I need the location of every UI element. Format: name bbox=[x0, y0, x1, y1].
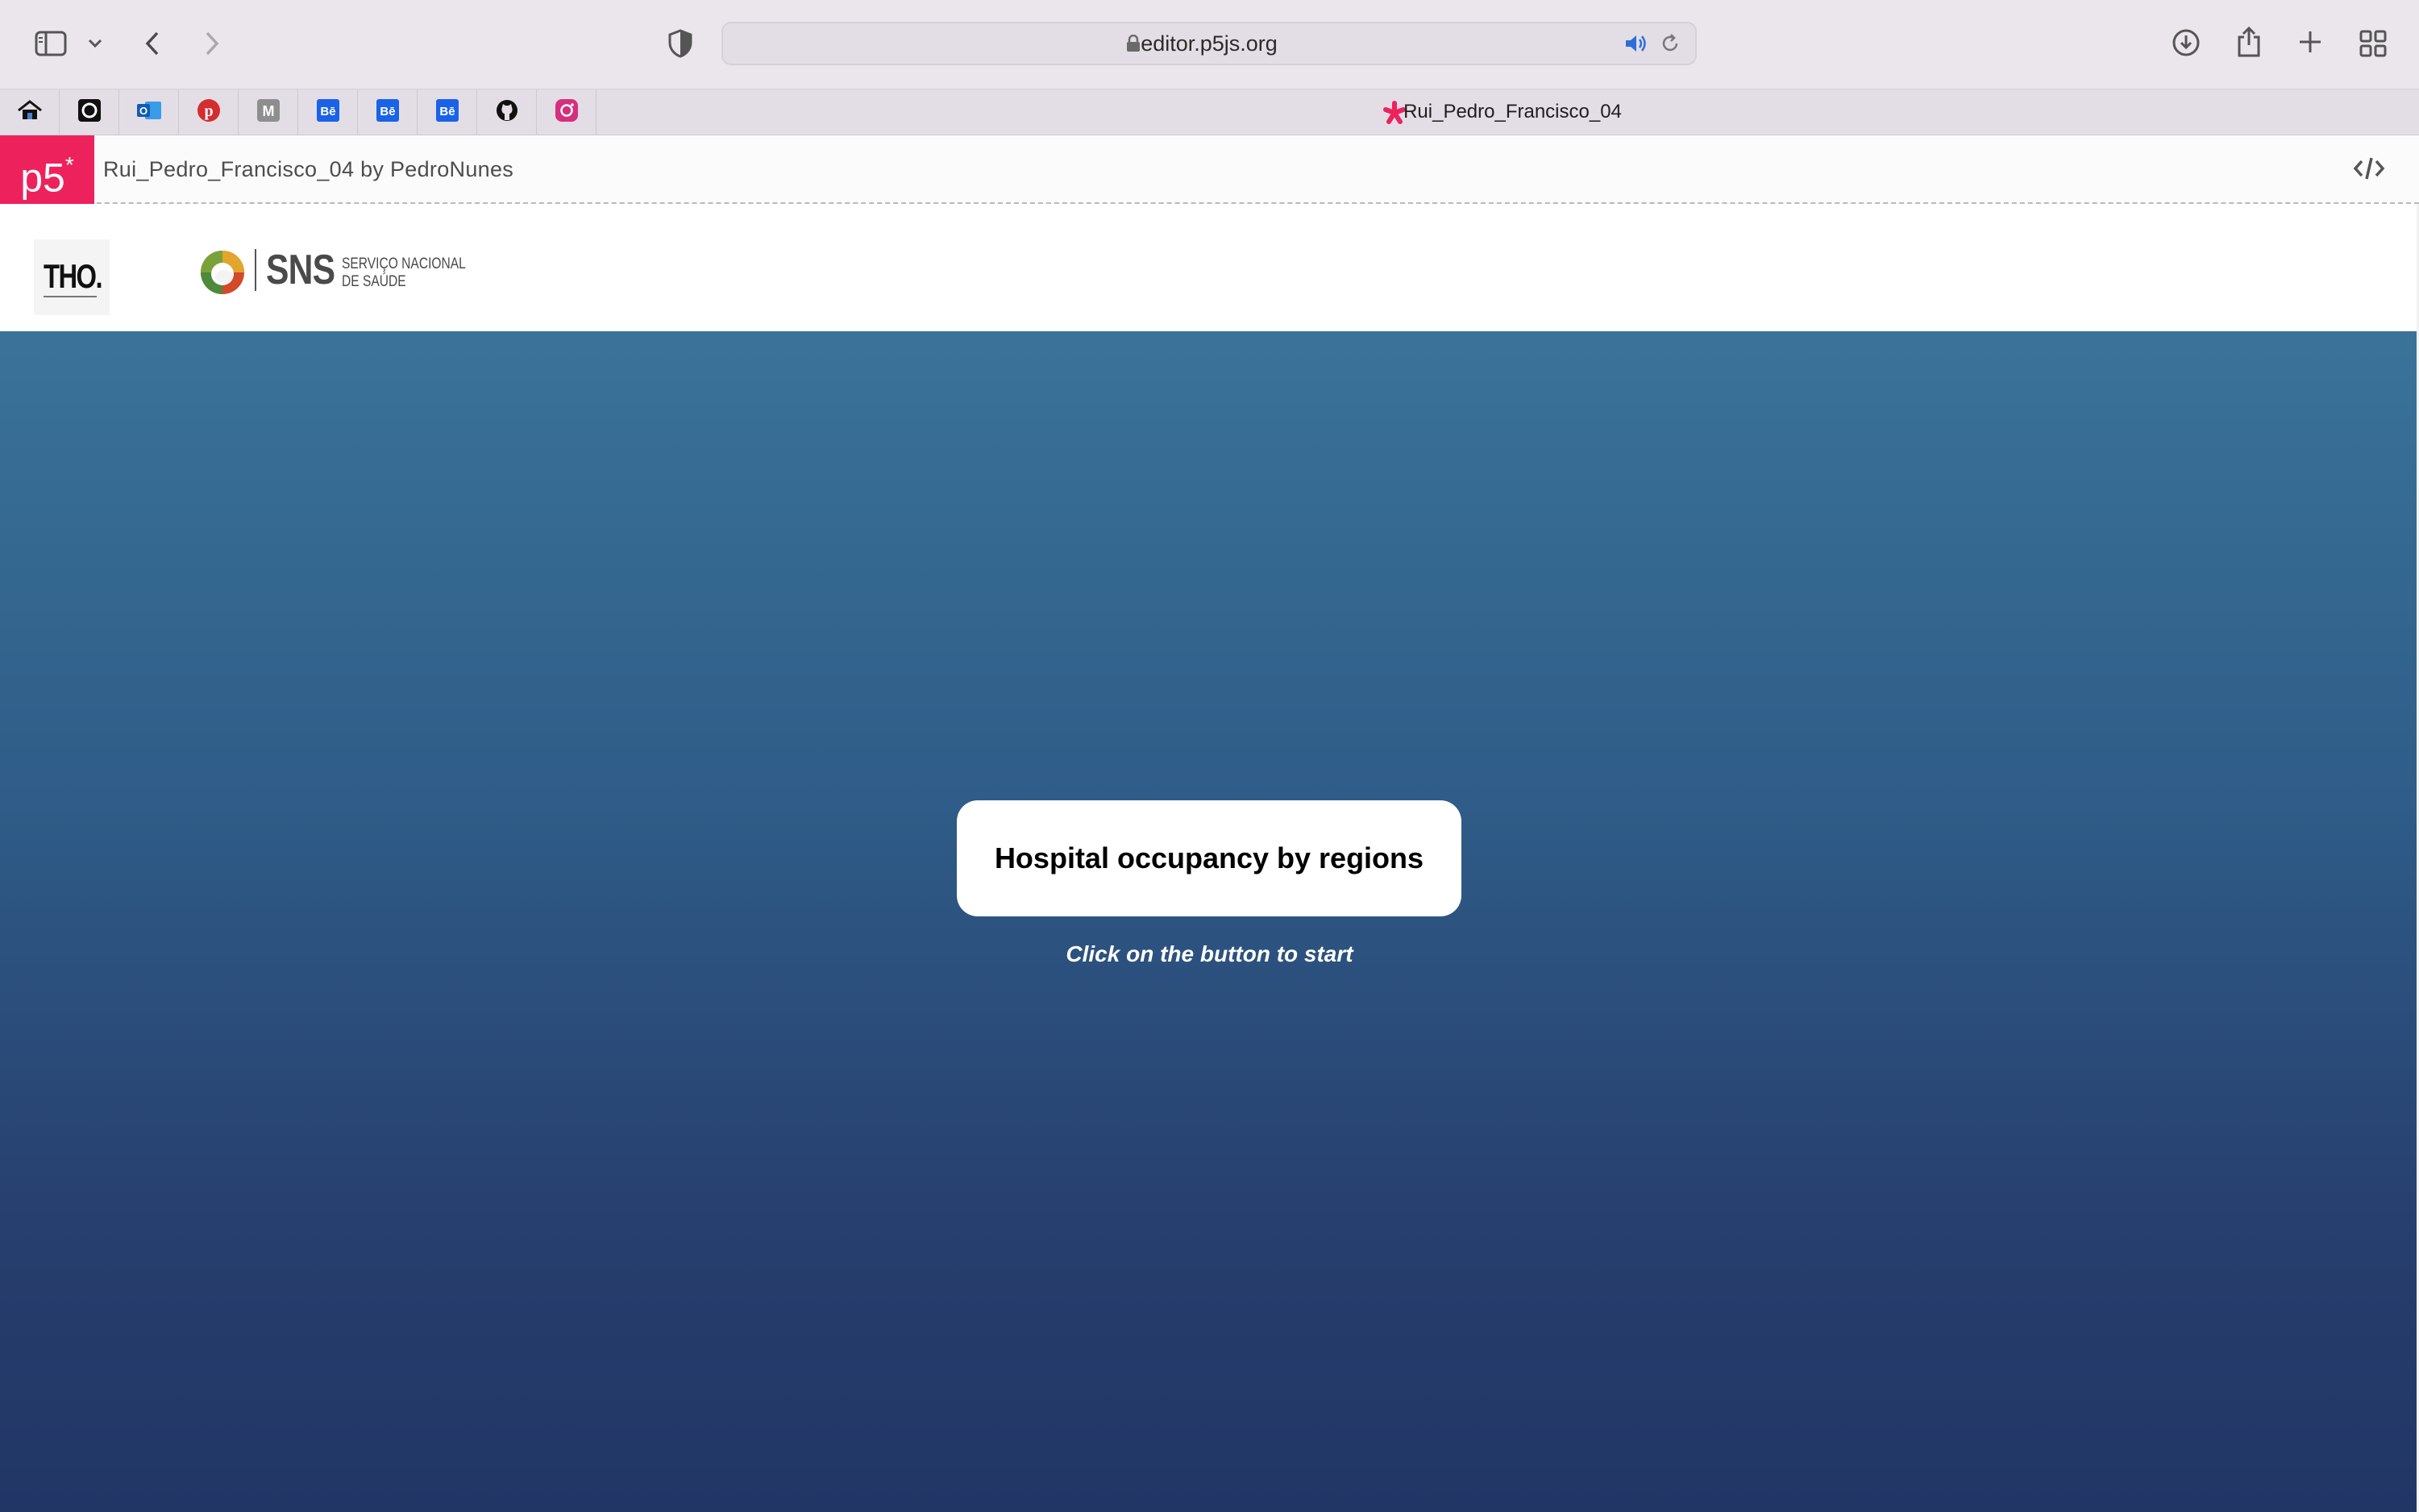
url-text[interactable]: editor.p5js.org bbox=[723, 23, 1695, 64]
tab-strip: O p M Bē Bē Bē Rui_Pedro_Francisco_04 bbox=[0, 89, 2419, 135]
sns-emblem-icon bbox=[199, 249, 246, 300]
active-tab[interactable]: Rui_Pedro_Francisco_04 bbox=[606, 89, 2419, 135]
outlook-icon: O bbox=[135, 98, 163, 127]
svg-text:Bē: Bē bbox=[320, 105, 335, 118]
pinned-tab-outlook[interactable]: O bbox=[119, 89, 179, 135]
pinned-tab-medium[interactable]: M bbox=[239, 89, 298, 135]
start-hint: Click on the button to start bbox=[1066, 941, 1353, 966]
pinned-tab-behance-3[interactable]: Bē bbox=[418, 89, 477, 135]
sidebar-icon[interactable] bbox=[32, 27, 69, 60]
behance-icon: Bē bbox=[435, 98, 459, 127]
medium-icon: M bbox=[256, 98, 281, 127]
sketch-logo-bar: THO. SNS SERVIÇO NACIONAL DE SAÚDE bbox=[0, 204, 2419, 331]
svg-text:Bē: Bē bbox=[380, 105, 395, 118]
pinned-tab-behance-2[interactable]: Bē bbox=[358, 89, 418, 135]
sns-divider bbox=[255, 249, 256, 291]
home-icon bbox=[17, 99, 43, 126]
pinned-tab-circle-app[interactable] bbox=[60, 89, 119, 135]
sns-subtitle-line1: SERVIÇO NACIONAL bbox=[342, 255, 466, 272]
sketch-canvas-background bbox=[0, 331, 2419, 1512]
sns-logo-text: SNS bbox=[266, 247, 335, 293]
browser-toolbar: editor.p5js.org bbox=[0, 0, 2419, 89]
pinned-tab-behance-1[interactable]: Bē bbox=[298, 89, 358, 135]
pinterest-icon: p bbox=[197, 98, 221, 127]
sketch-title: Rui_Pedro_Francisco_04 by PedroNunes bbox=[103, 157, 514, 181]
share-icon[interactable] bbox=[2233, 24, 2265, 60]
svg-text:M: M bbox=[262, 103, 274, 119]
pinned-tab-home[interactable] bbox=[0, 89, 60, 135]
github-icon bbox=[495, 98, 519, 127]
sns-logo-subtitle: SERVIÇO NACIONAL DE SAÚDE bbox=[342, 255, 466, 291]
svg-text:p: p bbox=[204, 102, 213, 120]
chevron-right-icon[interactable] bbox=[200, 27, 224, 60]
speaker-icon[interactable] bbox=[1624, 33, 1648, 58]
reload-icon[interactable] bbox=[1660, 33, 1681, 58]
p5-header: p5* Rui_Pedro_Francisco_04 by PedroNunes bbox=[0, 135, 2419, 204]
address-bar[interactable]: editor.p5js.org bbox=[721, 22, 1697, 65]
pinned-tab-pinterest[interactable]: p bbox=[179, 89, 239, 135]
tho-logo-text: THO. bbox=[44, 257, 103, 295]
p5-logo-text: p5 bbox=[20, 155, 65, 201]
behance-icon: Bē bbox=[316, 98, 340, 127]
chevron-down-icon[interactable] bbox=[85, 34, 105, 53]
grid-icon[interactable] bbox=[2357, 27, 2389, 60]
p5-logo-asterisk: * bbox=[64, 152, 74, 177]
chevron-left-icon[interactable] bbox=[140, 27, 164, 60]
svg-text:Bē: Bē bbox=[439, 105, 455, 118]
lock-icon bbox=[1126, 34, 1141, 56]
tho-logo-tagline bbox=[44, 296, 97, 297]
shield-icon[interactable] bbox=[664, 27, 696, 60]
p5-logo[interactable]: p5* bbox=[0, 135, 94, 204]
download-icon[interactable] bbox=[2170, 27, 2202, 59]
tho-logo: THO. bbox=[34, 239, 110, 315]
start-button[interactable]: Hospital occupancy by regions bbox=[957, 800, 1461, 916]
behance-icon: Bē bbox=[376, 98, 400, 127]
pinned-tab-instagram[interactable] bbox=[537, 89, 596, 135]
instagram-icon bbox=[555, 98, 579, 127]
sns-subtitle-line2: DE SAÚDE bbox=[342, 273, 406, 290]
svg-text:O: O bbox=[139, 105, 147, 117]
circle-app-icon bbox=[77, 98, 102, 127]
active-tab-title[interactable]: Rui_Pedro_Francisco_04 bbox=[606, 89, 2419, 135]
code-icon[interactable] bbox=[2353, 155, 2385, 186]
pinned-tabs: O p M Bē Bē Bē bbox=[0, 89, 596, 135]
plus-icon[interactable] bbox=[2296, 27, 2325, 56]
pinned-tab-github[interactable] bbox=[477, 89, 537, 135]
